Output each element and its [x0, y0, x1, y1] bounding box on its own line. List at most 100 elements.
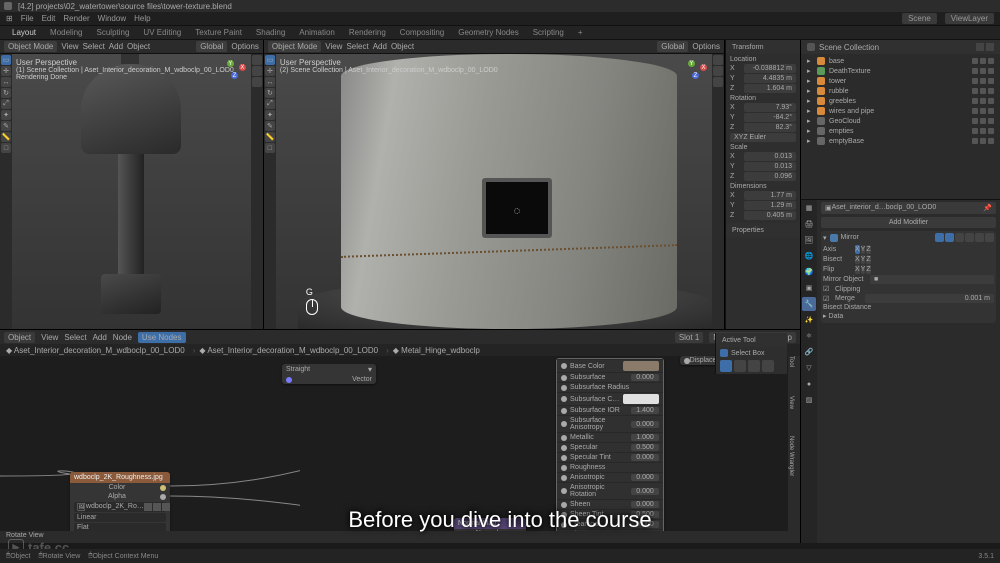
drag-mode-3[interactable] — [748, 360, 760, 372]
filter-icon[interactable] — [976, 43, 984, 51]
sc-x[interactable]: 0.013 — [744, 152, 796, 161]
prop-tab-physics[interactable]: ⚛ — [802, 329, 816, 343]
workspace-tab-shading[interactable]: Shading — [256, 28, 285, 37]
drag-mode-4[interactable] — [762, 360, 774, 372]
outliner-item-base[interactable]: ▸base — [805, 56, 996, 66]
bsdf-subsurface-ior[interactable]: Subsurface IOR1.400 — [557, 405, 663, 415]
mod-cage-icon[interactable] — [955, 233, 964, 242]
add-modifier-btn[interactable]: Add Modifier — [821, 217, 996, 228]
tool-rotate-2[interactable]: ↻ — [265, 88, 275, 98]
ne-breadcrumb-1[interactable]: ›◆ Aset_Interior_decoration_M_wdboclp_00… — [193, 346, 378, 355]
mod-edit-icon[interactable] — [945, 233, 954, 242]
global-orient-2[interactable]: Global — [657, 41, 688, 52]
vector-node[interactable]: Straight▾ Vector — [282, 364, 376, 384]
bsdf-anisotropic-rotation[interactable]: Anisotropic Rotation0.000 — [557, 482, 663, 499]
object-menu[interactable]: Object — [127, 42, 150, 51]
prop-tab-data[interactable]: ▽ — [802, 361, 816, 375]
outliner-item-empties[interactable]: ▸empties — [805, 126, 996, 136]
prop-tab-constraint[interactable]: 🔗 — [802, 345, 816, 359]
workspace-tab-texture-paint[interactable]: Texture Paint — [195, 28, 242, 37]
outliner-item-DeathTexture[interactable]: ▸DeathTexture — [805, 66, 996, 76]
tool-select-2[interactable]: ▭ — [265, 55, 275, 65]
tool-measure[interactable]: 📏 — [1, 132, 11, 142]
prop-tab-output[interactable]: 🖨 — [802, 217, 816, 231]
merge-val[interactable]: 0.001 m — [865, 294, 994, 303]
bsdf-base-color[interactable]: Base Color — [557, 359, 663, 372]
help-menu[interactable]: Help — [134, 14, 150, 23]
bsdf-subsurface-radius[interactable]: Subsurface Radius — [557, 382, 663, 392]
ne-add[interactable]: Add — [93, 333, 107, 342]
new-coll-icon[interactable] — [986, 43, 994, 51]
nav-gizmo-2[interactable]: X Y Z — [684, 58, 708, 82]
bsdf-specular[interactable]: Specular0.500 — [557, 442, 663, 452]
blender-menu[interactable]: ⊞ — [6, 14, 13, 23]
rot-y[interactable]: -84.2° — [744, 113, 796, 122]
global-orient[interactable]: Global — [196, 41, 227, 52]
tool-addcube[interactable]: □ — [1, 143, 11, 153]
prop-tab-particle[interactable]: ✨ — [802, 313, 816, 327]
render-menu[interactable]: Render — [63, 14, 89, 23]
ne-object[interactable]: Object — [4, 332, 35, 343]
workspace-tab-layout[interactable]: Layout — [12, 28, 36, 37]
prop-tab-material[interactable]: ● — [802, 377, 816, 391]
slot-dropdown[interactable]: Slot 1 — [675, 332, 703, 343]
tool-select[interactable]: ▭ — [1, 55, 11, 65]
view-menu-2[interactable]: View — [325, 42, 342, 51]
ne-canvas[interactable]: Straight▾ Vector wdboclp_2K_Roughness.jp… — [0, 356, 715, 531]
viewport-canvas-right[interactable]: User Perspective (2) Scene Collection | … — [276, 54, 712, 329]
sc-z[interactable]: 0.096 — [744, 172, 796, 181]
workspace-tab-rendering[interactable]: Rendering — [349, 28, 386, 37]
outliner-item-wires and pipe[interactable]: ▸wires and pipe — [805, 106, 996, 116]
rot-mode[interactable]: XYZ Euler — [730, 133, 796, 142]
prop-tab-texture[interactable]: ▨ — [802, 393, 816, 407]
mod-menu-icon[interactable] — [975, 233, 984, 242]
tool-scale-2[interactable]: ⤢ — [265, 99, 275, 109]
outliner-item-rubble[interactable]: ▸rubble — [805, 86, 996, 96]
dim-z[interactable]: 0.405 m — [744, 211, 796, 220]
loc-y[interactable]: 4.4835 m — [744, 74, 796, 83]
prop-tab-world[interactable]: 🌍 — [802, 265, 816, 279]
tool-transform-2[interactable]: ✦ — [265, 110, 275, 120]
ne-breadcrumb-2[interactable]: ›◆ Metal_Hinge_wdboclp — [386, 346, 480, 355]
scene-dropdown[interactable]: Scene — [902, 13, 937, 24]
tool-scale[interactable]: ⤢ — [1, 99, 11, 109]
mod-render-icon[interactable] — [965, 233, 974, 242]
bsdf-metallic[interactable]: Metallic1.000 — [557, 432, 663, 442]
ne-tab-view[interactable]: View — [788, 396, 794, 436]
workspace-tab-+[interactable]: + — [578, 28, 583, 37]
mod-realtime-icon[interactable] — [935, 233, 944, 242]
workspace-tab-scripting[interactable]: Scripting — [533, 28, 564, 37]
tab-tool[interactable] — [252, 66, 262, 76]
drag-mode-2[interactable] — [734, 360, 746, 372]
bsdf-anisotropic[interactable]: Anisotropic0.000 — [557, 472, 663, 482]
ne-select[interactable]: Select — [64, 333, 86, 342]
prop-tab-view[interactable]: 🖼 — [802, 233, 816, 247]
workspace-tab-sculpting[interactable]: Sculpting — [97, 28, 130, 37]
ne-view[interactable]: View — [41, 333, 58, 342]
bsdf-specular-tint[interactable]: Specular Tint0.000 — [557, 452, 663, 462]
select-menu[interactable]: Select — [83, 42, 105, 51]
ne-tab-tool[interactable]: Tool — [788, 356, 794, 396]
ne-node[interactable]: Node — [113, 333, 132, 342]
outliner-item-greebles[interactable]: ▸greebles — [805, 96, 996, 106]
viewlayer-dropdown[interactable]: ViewLayer — [945, 13, 994, 24]
edit-menu[interactable]: Edit — [42, 14, 56, 23]
outliner-item-emptyBase[interactable]: ▸emptyBase — [805, 136, 996, 146]
object-menu-2[interactable]: Object — [391, 42, 414, 51]
use-nodes-toggle[interactable]: Use Nodes — [138, 332, 186, 343]
add-menu[interactable]: Add — [109, 42, 123, 51]
prop-tab-object[interactable]: ▣ — [802, 281, 816, 295]
options-btn[interactable]: Options — [231, 42, 259, 51]
prop-tab-render[interactable]: ▦ — [802, 201, 816, 215]
view-menu[interactable]: View — [61, 42, 78, 51]
select-menu-2[interactable]: Select — [346, 42, 368, 51]
add-menu-2[interactable]: Add — [373, 42, 387, 51]
workspace-tab-animation[interactable]: Animation — [299, 28, 335, 37]
prop-tab-scene[interactable]: 🌐 — [802, 249, 816, 263]
bsdf-subsurface-anisotropy[interactable]: Subsurface Anisotropy0.000 — [557, 415, 663, 432]
tool-cursor-2[interactable]: ✛ — [265, 66, 275, 76]
viewport-left[interactable]: Object Mode View Select Add Object Globa… — [0, 40, 264, 329]
bsdf-subsurface[interactable]: Subsurface0.000 — [557, 372, 663, 382]
bsdf-roughness[interactable]: Roughness — [557, 462, 663, 472]
workspace-tab-compositing[interactable]: Compositing — [400, 28, 444, 37]
